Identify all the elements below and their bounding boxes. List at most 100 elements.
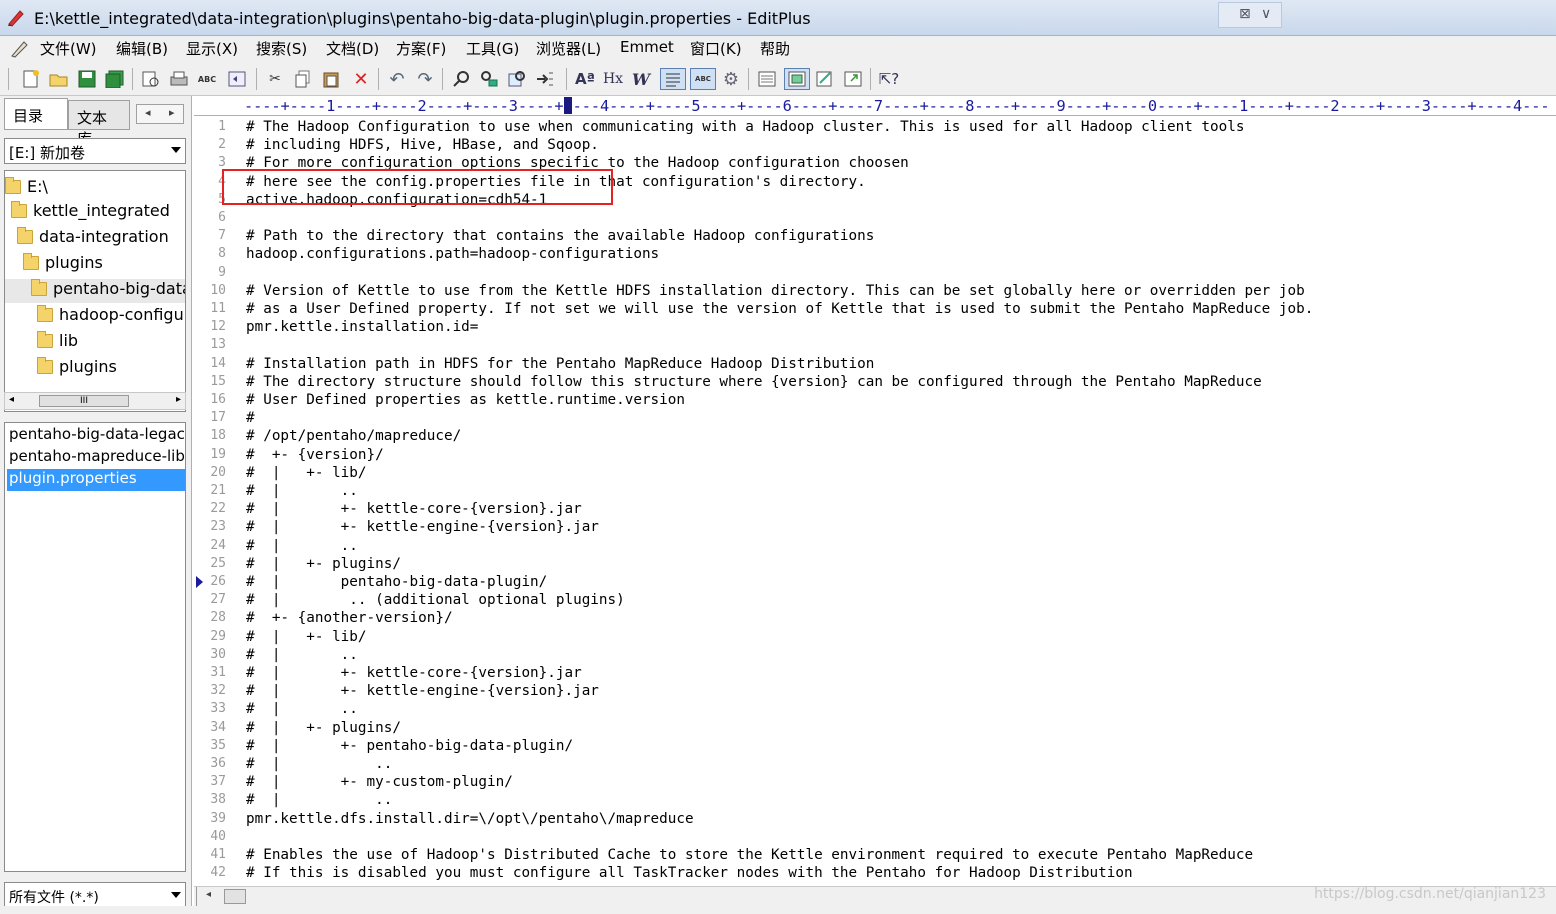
file-item[interactable]: pentaho-big-data-legacy bbox=[7, 425, 185, 447]
menu-document[interactable]: 文档(D) bbox=[326, 38, 379, 59]
word-wrap-icon[interactable]: W bbox=[630, 68, 652, 90]
undo-icon[interactable]: ↶ bbox=[386, 68, 408, 90]
menu-view[interactable]: 显示(X) bbox=[186, 38, 238, 59]
code-line[interactable]: # | +- kettle-engine-{version}.jar bbox=[246, 682, 599, 700]
scroll-left-icon[interactable]: ◂ bbox=[206, 889, 211, 900]
open-folder-icon[interactable] bbox=[48, 68, 70, 90]
code-line[interactable]: # | pentaho-big-data-plugin/ bbox=[246, 573, 547, 591]
file-list[interactable]: pentaho-big-data-legacy pentaho-mapreduc… bbox=[4, 422, 186, 872]
find-icon[interactable] bbox=[450, 68, 472, 90]
tree-item-data-integration[interactable]: data-integration bbox=[17, 227, 169, 251]
menu-window[interactable]: 窗口(K) bbox=[690, 38, 742, 59]
tree-item-plugins[interactable]: plugins bbox=[23, 253, 103, 277]
code-line[interactable]: # If this is disabled you must configure… bbox=[246, 864, 1133, 882]
code-line[interactable]: # | +- kettle-core-{version}.jar bbox=[246, 664, 582, 682]
code-line[interactable]: # Path to the directory that contains th… bbox=[246, 227, 874, 245]
code-line[interactable]: # including HDFS, Hive, HBase, and Sqoop… bbox=[246, 136, 599, 154]
code-line[interactable]: hadoop.configurations.path=hadoop-config… bbox=[246, 245, 659, 263]
scrollbar-thumb[interactable] bbox=[224, 889, 246, 904]
code-line[interactable]: # | +- lib/ bbox=[246, 464, 367, 482]
file-item-selected[interactable]: plugin.properties bbox=[7, 469, 185, 491]
fullscreen-icon[interactable] bbox=[842, 68, 864, 90]
code-line[interactable]: # | +- my-custom-plugin/ bbox=[246, 773, 513, 791]
tree-item-hadoop-configurations[interactable]: hadoop-configu bbox=[37, 305, 184, 329]
redo-icon[interactable]: ↷ bbox=[414, 68, 436, 90]
menu-search[interactable]: 搜索(S) bbox=[256, 38, 307, 59]
code-line[interactable]: # | .. bbox=[246, 482, 358, 500]
code-line[interactable]: # | .. bbox=[246, 755, 392, 773]
chevron-right-icon[interactable]: ▸ bbox=[169, 106, 175, 119]
menu-tools[interactable]: 工具(G) bbox=[466, 38, 519, 59]
tab-cliptext[interactable]: 文本库 bbox=[68, 100, 130, 148]
browser-icon[interactable] bbox=[226, 68, 248, 90]
menu-help[interactable]: 帮助 bbox=[760, 38, 790, 59]
screen-icon[interactable] bbox=[784, 68, 810, 90]
print-preview-icon[interactable] bbox=[140, 68, 162, 90]
code-line[interactable]: pmr.kettle.installation.id= bbox=[246, 318, 478, 336]
replace-icon[interactable] bbox=[478, 68, 500, 90]
code-line[interactable]: # | +- kettle-core-{version}.jar bbox=[246, 500, 582, 518]
tree-item-drive[interactable]: E:\ bbox=[5, 177, 48, 201]
folder-tree[interactable]: E:\ kettle_integrated data-integration p… bbox=[4, 170, 186, 412]
scroll-right-icon[interactable]: ▸ bbox=[176, 394, 181, 405]
editor-pane[interactable]: ----+----1----+----2----+----3----+----4… bbox=[194, 96, 1556, 886]
print-icon[interactable] bbox=[168, 68, 190, 90]
code-line[interactable]: # | .. (additional optional plugins) bbox=[246, 591, 625, 609]
menu-emmet[interactable]: Emmet bbox=[620, 38, 674, 56]
code-line[interactable]: # | +- plugins/ bbox=[246, 719, 401, 737]
tab-directory[interactable]: 目录 bbox=[4, 98, 68, 130]
find-in-files-icon[interactable] bbox=[506, 68, 528, 90]
tree-item-kettle-integrated[interactable]: kettle_integrated bbox=[11, 201, 170, 225]
code-line[interactable]: # Enables the use of Hadoop's Distribute… bbox=[246, 846, 1253, 864]
tab-scroll-arrows[interactable]: ◂ ▸ bbox=[136, 104, 184, 124]
scrollbar-thumb[interactable]: III bbox=[39, 395, 129, 407]
cut-icon[interactable]: ✂ bbox=[264, 68, 286, 90]
code-line[interactable]: # /opt/pentaho/mapreduce/ bbox=[246, 427, 461, 445]
code-line[interactable]: # | .. bbox=[246, 537, 358, 555]
tree-item-lib[interactable]: lib bbox=[37, 331, 78, 355]
chevron-down-icon[interactable]: ∨ bbox=[1261, 6, 1271, 22]
delete-icon[interactable]: ✕ bbox=[350, 68, 372, 90]
menu-file[interactable]: 文件(W) bbox=[40, 38, 97, 59]
menu-browser[interactable]: 浏览器(L) bbox=[536, 38, 601, 59]
code-line[interactable]: # as a User Defined property. If not set… bbox=[246, 300, 1313, 318]
chevron-left-icon[interactable]: ◂ bbox=[145, 106, 151, 119]
paste-icon[interactable] bbox=[320, 68, 342, 90]
menu-edit[interactable]: 编辑(B) bbox=[116, 38, 168, 59]
code-line[interactable]: # bbox=[246, 409, 255, 427]
hex-icon[interactable]: Hx bbox=[602, 68, 624, 90]
code-line[interactable]: # | +- plugins/ bbox=[246, 555, 401, 573]
cliptext-icon[interactable] bbox=[814, 68, 836, 90]
spellcheck-icon[interactable]: ABC bbox=[196, 68, 218, 90]
code-text-area[interactable]: # The Hadoop Configuration to use when c… bbox=[246, 116, 1556, 886]
settings-icon[interactable]: ⚙ bbox=[720, 68, 742, 90]
tree-item-plugins-sub[interactable]: plugins bbox=[37, 357, 117, 381]
help-icon[interactable]: ⇱? bbox=[878, 68, 900, 90]
column-select-icon[interactable]: ABC bbox=[690, 68, 716, 90]
code-line[interactable]: # | .. bbox=[246, 791, 392, 809]
code-line[interactable]: # | .. bbox=[246, 646, 358, 664]
code-line[interactable]: # | +- lib/ bbox=[246, 628, 367, 646]
line-list-icon[interactable] bbox=[660, 68, 686, 90]
code-line[interactable]: # | +- pentaho-big-data-plugin/ bbox=[246, 737, 573, 755]
goto-line-icon[interactable] bbox=[534, 68, 556, 90]
code-line[interactable]: pmr.kettle.dfs.install.dir=\/opt\/pentah… bbox=[246, 810, 694, 828]
tree-horizontal-scrollbar[interactable]: ◂ III ▸ bbox=[4, 392, 186, 410]
file-item[interactable]: pentaho-mapreduce-lib bbox=[7, 447, 185, 469]
code-line[interactable]: # | +- kettle-engine-{version}.jar bbox=[246, 518, 599, 536]
view-icon[interactable] bbox=[756, 68, 778, 90]
code-line[interactable]: # User Defined properties as kettle.runt… bbox=[246, 391, 685, 409]
font-icon[interactable]: Aª bbox=[574, 68, 596, 90]
drive-select[interactable]: [E:] 新加卷 bbox=[4, 138, 186, 164]
file-filter-select[interactable]: 所有文件 (*.*) bbox=[4, 882, 186, 908]
restore-icon[interactable]: ⊠ bbox=[1239, 6, 1251, 22]
code-line[interactable]: # The directory structure should follow … bbox=[246, 373, 1262, 391]
code-line[interactable]: # The Hadoop Configuration to use when c… bbox=[246, 118, 1244, 136]
code-line[interactable]: # +- {another-version}/ bbox=[246, 609, 453, 627]
copy-icon[interactable] bbox=[292, 68, 314, 90]
code-line[interactable]: # Installation path in HDFS for the Pent… bbox=[246, 355, 874, 373]
save-all-icon[interactable] bbox=[104, 68, 126, 90]
menu-project[interactable]: 方案(F) bbox=[396, 38, 446, 59]
scroll-left-icon[interactable]: ◂ bbox=[9, 394, 14, 405]
save-icon[interactable] bbox=[76, 68, 98, 90]
